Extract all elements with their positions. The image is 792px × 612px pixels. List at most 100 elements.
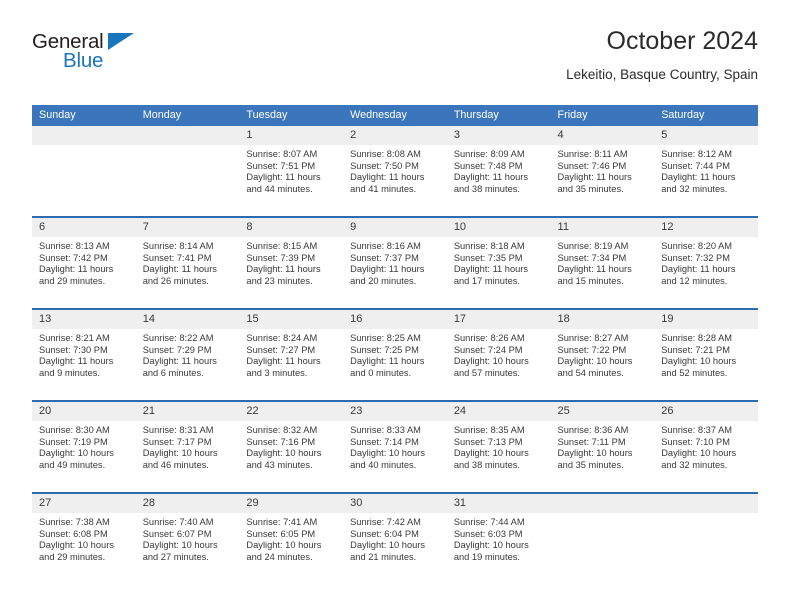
calendar-day[interactable]: 29 Sunrise: 7:41 AM Sunset: 6:05 PM Dayligh… xyxy=(239,494,344,584)
sunset-time: Sunset: 7:34 PM xyxy=(557,252,627,263)
day-sun-info: Sunrise: 7:44 AM Sunset: 6:03 PM Daylight:… xyxy=(447,513,551,563)
calendar-day-cell: 30 Sunrise: 7:42 AM Sunset: 6:04 PM Dayligh… xyxy=(343,492,447,584)
calendar-day[interactable]: 28 Sunrise: 7:40 AM Sunset: 6:07 PM Dayligh… xyxy=(135,494,240,584)
calendar-day-cell: 11 Sunrise: 8:19 AM Sunset: 7:34 PM Dayligh… xyxy=(550,216,655,309)
calendar-day[interactable]: 13 Sunrise: 8:21 AM Sunset: 7:30 PM Dayligh… xyxy=(32,310,136,400)
calendar-day[interactable]: 21 Sunrise: 8:31 AM Sunset: 7:17 PM Dayligh… xyxy=(135,402,240,492)
day-number xyxy=(135,126,240,145)
day-number: 14 xyxy=(135,310,240,329)
calendar-day-cell: 8 Sunrise: 8:15 AM Sunset: 7:39 PM Daylight… xyxy=(239,216,344,309)
calendar-day[interactable]: 24 Sunrise: 8:35 AM Sunset: 7:13 PM Dayligh… xyxy=(446,402,551,492)
sunrise-time: Sunrise: 8:09 AM xyxy=(453,149,525,159)
calendar-day[interactable]: 15 Sunrise: 8:24 AM Sunset: 7:27 PM Dayligh… xyxy=(239,310,344,400)
daylight-duration-line1: Daylight: 11 hours xyxy=(453,264,529,275)
sunset-time: Sunset: 7:44 PM xyxy=(661,160,730,171)
calendar-day[interactable]: 10 Sunrise: 8:18 AM Sunset: 7:35 PM Dayligh… xyxy=(446,218,551,308)
day-sun-info: Sunrise: 8:15 AM Sunset: 7:39 PM Daylight:… xyxy=(239,237,343,287)
daylight-duration-line1: Daylight: 11 hours xyxy=(142,356,217,367)
sunset-time: Sunset: 7:39 PM xyxy=(246,252,316,263)
calendar-day[interactable]: 19 Sunrise: 8:28 AM Sunset: 7:21 PM Dayligh… xyxy=(654,310,758,400)
daylight-duration-line1: Daylight: 11 hours xyxy=(39,264,114,275)
sunset-time: Sunset: 7:11 PM xyxy=(557,436,626,447)
calendar-table: Sunday Monday Tuesday Wednesday Thursday… xyxy=(32,105,758,584)
daylight-duration-line2: and 20 minutes. xyxy=(350,275,417,286)
calendar-day[interactable]: 25 Sunrise: 8:36 AM Sunset: 7:11 PM Dayligh… xyxy=(550,402,655,492)
calendar-day[interactable]: 7 Sunrise: 8:14 AM Sunset: 7:41 PM Daylight… xyxy=(135,218,240,308)
sunrise-time: Sunrise: 7:42 AM xyxy=(350,517,421,527)
calendar-day-cell: 26 Sunrise: 8:37 AM Sunset: 7:10 PM Dayligh… xyxy=(654,400,758,493)
day-number: 1 xyxy=(239,126,344,145)
calendar-day[interactable]: 17 Sunrise: 8:26 AM Sunset: 7:24 PM Dayligh… xyxy=(446,310,551,400)
day-sun-info: Sunrise: 8:18 AM Sunset: 7:35 PM Daylight:… xyxy=(447,237,551,287)
day-sun-info: Sunrise: 8:09 AM Sunset: 7:48 PM Daylight:… xyxy=(447,145,551,195)
daylight-duration-line2: and 3 minutes. xyxy=(246,367,308,378)
calendar-day[interactable]: 6 Sunrise: 8:13 AM Sunset: 7:42 PM Daylight… xyxy=(32,218,136,308)
day-sun-info: Sunrise: 8:08 AM Sunset: 7:50 PM Daylight:… xyxy=(343,145,447,195)
day-number: 24 xyxy=(446,402,551,421)
calendar-day[interactable]: 11 Sunrise: 8:19 AM Sunset: 7:34 PM Dayligh… xyxy=(550,218,655,308)
daylight-duration-line2: and 12 minutes. xyxy=(661,275,728,286)
weekday-header-sunday: Sunday xyxy=(32,105,136,126)
calendar-day[interactable]: 14 Sunrise: 8:22 AM Sunset: 7:29 PM Dayligh… xyxy=(135,310,240,400)
day-sun-info: Sunrise: 8:26 AM Sunset: 7:24 PM Daylight:… xyxy=(447,329,551,379)
calendar-day[interactable]: 3 Sunrise: 8:09 AM Sunset: 7:48 PM Daylight… xyxy=(446,126,551,216)
day-number: 2 xyxy=(343,126,447,145)
day-number: 19 xyxy=(654,310,758,329)
day-sun-info: Sunrise: 8:33 AM Sunset: 7:14 PM Daylight:… xyxy=(343,421,447,471)
calendar-day[interactable]: 1 Sunrise: 8:07 AM Sunset: 7:51 PM Daylight… xyxy=(239,126,344,216)
daylight-duration-line1: Daylight: 10 hours xyxy=(350,540,426,551)
day-sun-info: Sunrise: 8:37 AM Sunset: 7:10 PM Daylight:… xyxy=(654,421,758,471)
calendar-day[interactable]: 5 Sunrise: 8:12 AM Sunset: 7:44 PM Daylight… xyxy=(654,126,758,216)
day-number: 13 xyxy=(32,310,136,329)
calendar-day[interactable]: 31 Sunrise: 7:44 AM Sunset: 6:03 PM Dayligh… xyxy=(446,494,551,584)
calendar-day[interactable]: 20 Sunrise: 8:30 AM Sunset: 7:19 PM Dayligh… xyxy=(32,402,136,492)
day-sun-info: Sunrise: 8:28 AM Sunset: 7:21 PM Daylight:… xyxy=(654,329,758,379)
calendar-day[interactable]: 27 Sunrise: 7:38 AM Sunset: 6:08 PM Dayligh… xyxy=(32,494,136,584)
sunrise-time: Sunrise: 8:36 AM xyxy=(557,425,629,435)
sunrise-time: Sunrise: 8:19 AM xyxy=(557,241,629,251)
sunset-time: Sunset: 7:51 PM xyxy=(246,160,316,171)
daylight-duration-line1: Daylight: 10 hours xyxy=(246,448,322,459)
calendar-day[interactable]: 18 Sunrise: 8:27 AM Sunset: 7:22 PM Dayligh… xyxy=(550,310,655,400)
daylight-duration-line2: and 35 minutes. xyxy=(557,183,624,194)
sunrise-time: Sunrise: 7:44 AM xyxy=(453,517,525,527)
calendar-day[interactable]: 12 Sunrise: 8:20 AM Sunset: 7:32 PM Dayligh… xyxy=(654,218,758,308)
calendar-day[interactable]: 22 Sunrise: 8:32 AM Sunset: 7:16 PM Dayligh… xyxy=(239,402,344,492)
sunrise-time: Sunrise: 8:14 AM xyxy=(142,241,214,251)
sunset-time: Sunset: 7:46 PM xyxy=(557,160,627,171)
day-number: 29 xyxy=(239,494,344,513)
calendar-day-cell: 24 Sunrise: 8:35 AM Sunset: 7:13 PM Dayligh… xyxy=(446,400,551,493)
day-sun-info: Sunrise: 8:19 AM Sunset: 7:34 PM Daylight:… xyxy=(551,237,655,287)
daylight-duration-line2: and 49 minutes. xyxy=(39,459,106,470)
calendar-day[interactable]: 23 Sunrise: 8:33 AM Sunset: 7:14 PM Dayligh… xyxy=(343,402,447,492)
sunrise-time: Sunrise: 8:27 AM xyxy=(557,333,629,343)
calendar-day[interactable]: 16 Sunrise: 8:25 AM Sunset: 7:25 PM Dayligh… xyxy=(343,310,447,400)
calendar-day[interactable]: 4 Sunrise: 8:11 AM Sunset: 7:46 PM Daylight… xyxy=(550,126,655,216)
daylight-duration-line2: and 27 minutes. xyxy=(142,551,209,562)
daylight-duration-line2: and 38 minutes. xyxy=(453,183,520,194)
calendar-day[interactable]: 9 Sunrise: 8:16 AM Sunset: 7:37 PM Daylight… xyxy=(343,218,447,308)
sunrise-time: Sunrise: 7:38 AM xyxy=(39,517,110,527)
calendar-day[interactable]: 2 Sunrise: 8:08 AM Sunset: 7:50 PM Daylight… xyxy=(343,126,447,216)
calendar-day-cell: 7 Sunrise: 8:14 AM Sunset: 7:41 PM Daylight… xyxy=(135,216,240,309)
sunset-time: Sunset: 7:29 PM xyxy=(142,344,212,355)
sunset-time: Sunset: 7:27 PM xyxy=(246,344,316,355)
day-number: 15 xyxy=(239,310,344,329)
calendar-day-cell: 10 Sunrise: 8:18 AM Sunset: 7:35 PM Dayligh… xyxy=(446,216,551,309)
daylight-duration-line2: and 29 minutes. xyxy=(39,551,106,562)
sunrise-time: Sunrise: 8:20 AM xyxy=(661,241,733,251)
daylight-duration-line2: and 38 minutes. xyxy=(453,459,520,470)
daylight-duration-line2: and 32 minutes. xyxy=(661,459,728,470)
sunrise-time: Sunrise: 8:35 AM xyxy=(453,425,525,435)
daylight-duration-line1: Daylight: 10 hours xyxy=(350,448,426,459)
sunrise-time: Sunrise: 8:25 AM xyxy=(350,333,421,343)
day-sun-info xyxy=(136,145,240,149)
sunset-time: Sunset: 7:42 PM xyxy=(39,252,108,263)
calendar-day[interactable]: 26 Sunrise: 8:37 AM Sunset: 7:10 PM Dayligh… xyxy=(654,402,758,492)
calendar-day[interactable]: 8 Sunrise: 8:15 AM Sunset: 7:39 PM Daylight… xyxy=(239,218,344,308)
calendar-day[interactable]: 30 Sunrise: 7:42 AM Sunset: 6:04 PM Dayligh… xyxy=(343,494,447,584)
day-number: 26 xyxy=(654,402,758,421)
daylight-duration-line2: and 21 minutes. xyxy=(350,551,417,562)
daylight-duration-line1: Daylight: 10 hours xyxy=(142,448,218,459)
calendar-week-row: 27 Sunrise: 7:38 AM Sunset: 6:08 PM Dayligh… xyxy=(32,492,758,584)
